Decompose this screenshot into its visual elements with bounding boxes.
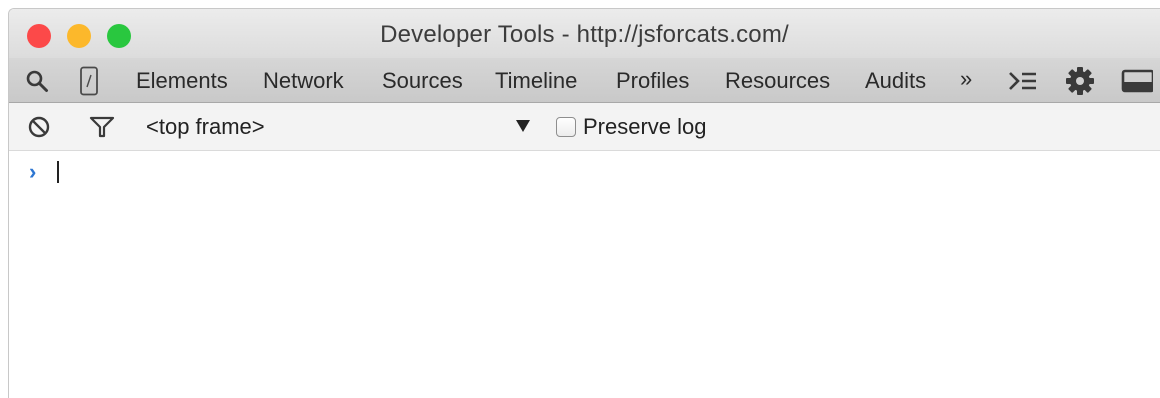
console-output[interactable]: › bbox=[9, 151, 1160, 398]
console-prompt-icon: › bbox=[29, 159, 37, 184]
tab-resources[interactable]: Resources bbox=[725, 68, 830, 94]
device-mode-icon[interactable] bbox=[79, 66, 99, 96]
console-drawer-icon[interactable] bbox=[1007, 69, 1039, 93]
dock-icon[interactable] bbox=[1121, 68, 1153, 94]
gear-icon[interactable] bbox=[1064, 65, 1096, 97]
preserve-log-label[interactable]: Preserve log bbox=[583, 114, 707, 140]
frame-selector[interactable]: <top frame> bbox=[146, 114, 265, 140]
text-cursor bbox=[57, 161, 59, 183]
tab-audits[interactable]: Audits bbox=[865, 68, 926, 94]
search-icon[interactable] bbox=[25, 69, 49, 93]
window-title: Developer Tools - http://jsforcats.com/ bbox=[380, 21, 789, 48]
devtools-window: Developer Tools - http://jsforcats.com/ … bbox=[8, 8, 1160, 398]
panel-tab-bar: Elements Network Sources Timeline Profil… bbox=[9, 58, 1160, 103]
tab-timeline[interactable]: Timeline bbox=[495, 68, 577, 94]
tab-profiles[interactable]: Profiles bbox=[616, 68, 689, 94]
preserve-log-checkbox[interactable] bbox=[556, 117, 576, 137]
title-bar: Developer Tools - http://jsforcats.com/ bbox=[9, 9, 1160, 58]
console-toolbar: <top frame> Preserve log bbox=[9, 103, 1160, 151]
tab-network[interactable]: Network bbox=[263, 68, 344, 94]
filter-icon[interactable] bbox=[88, 115, 116, 139]
clear-console-icon[interactable] bbox=[27, 115, 51, 139]
tab-sources[interactable]: Sources bbox=[382, 68, 463, 94]
dropdown-arrow-icon[interactable] bbox=[516, 120, 530, 132]
more-tabs-button[interactable]: » bbox=[960, 66, 972, 92]
tab-elements[interactable]: Elements bbox=[136, 68, 228, 94]
